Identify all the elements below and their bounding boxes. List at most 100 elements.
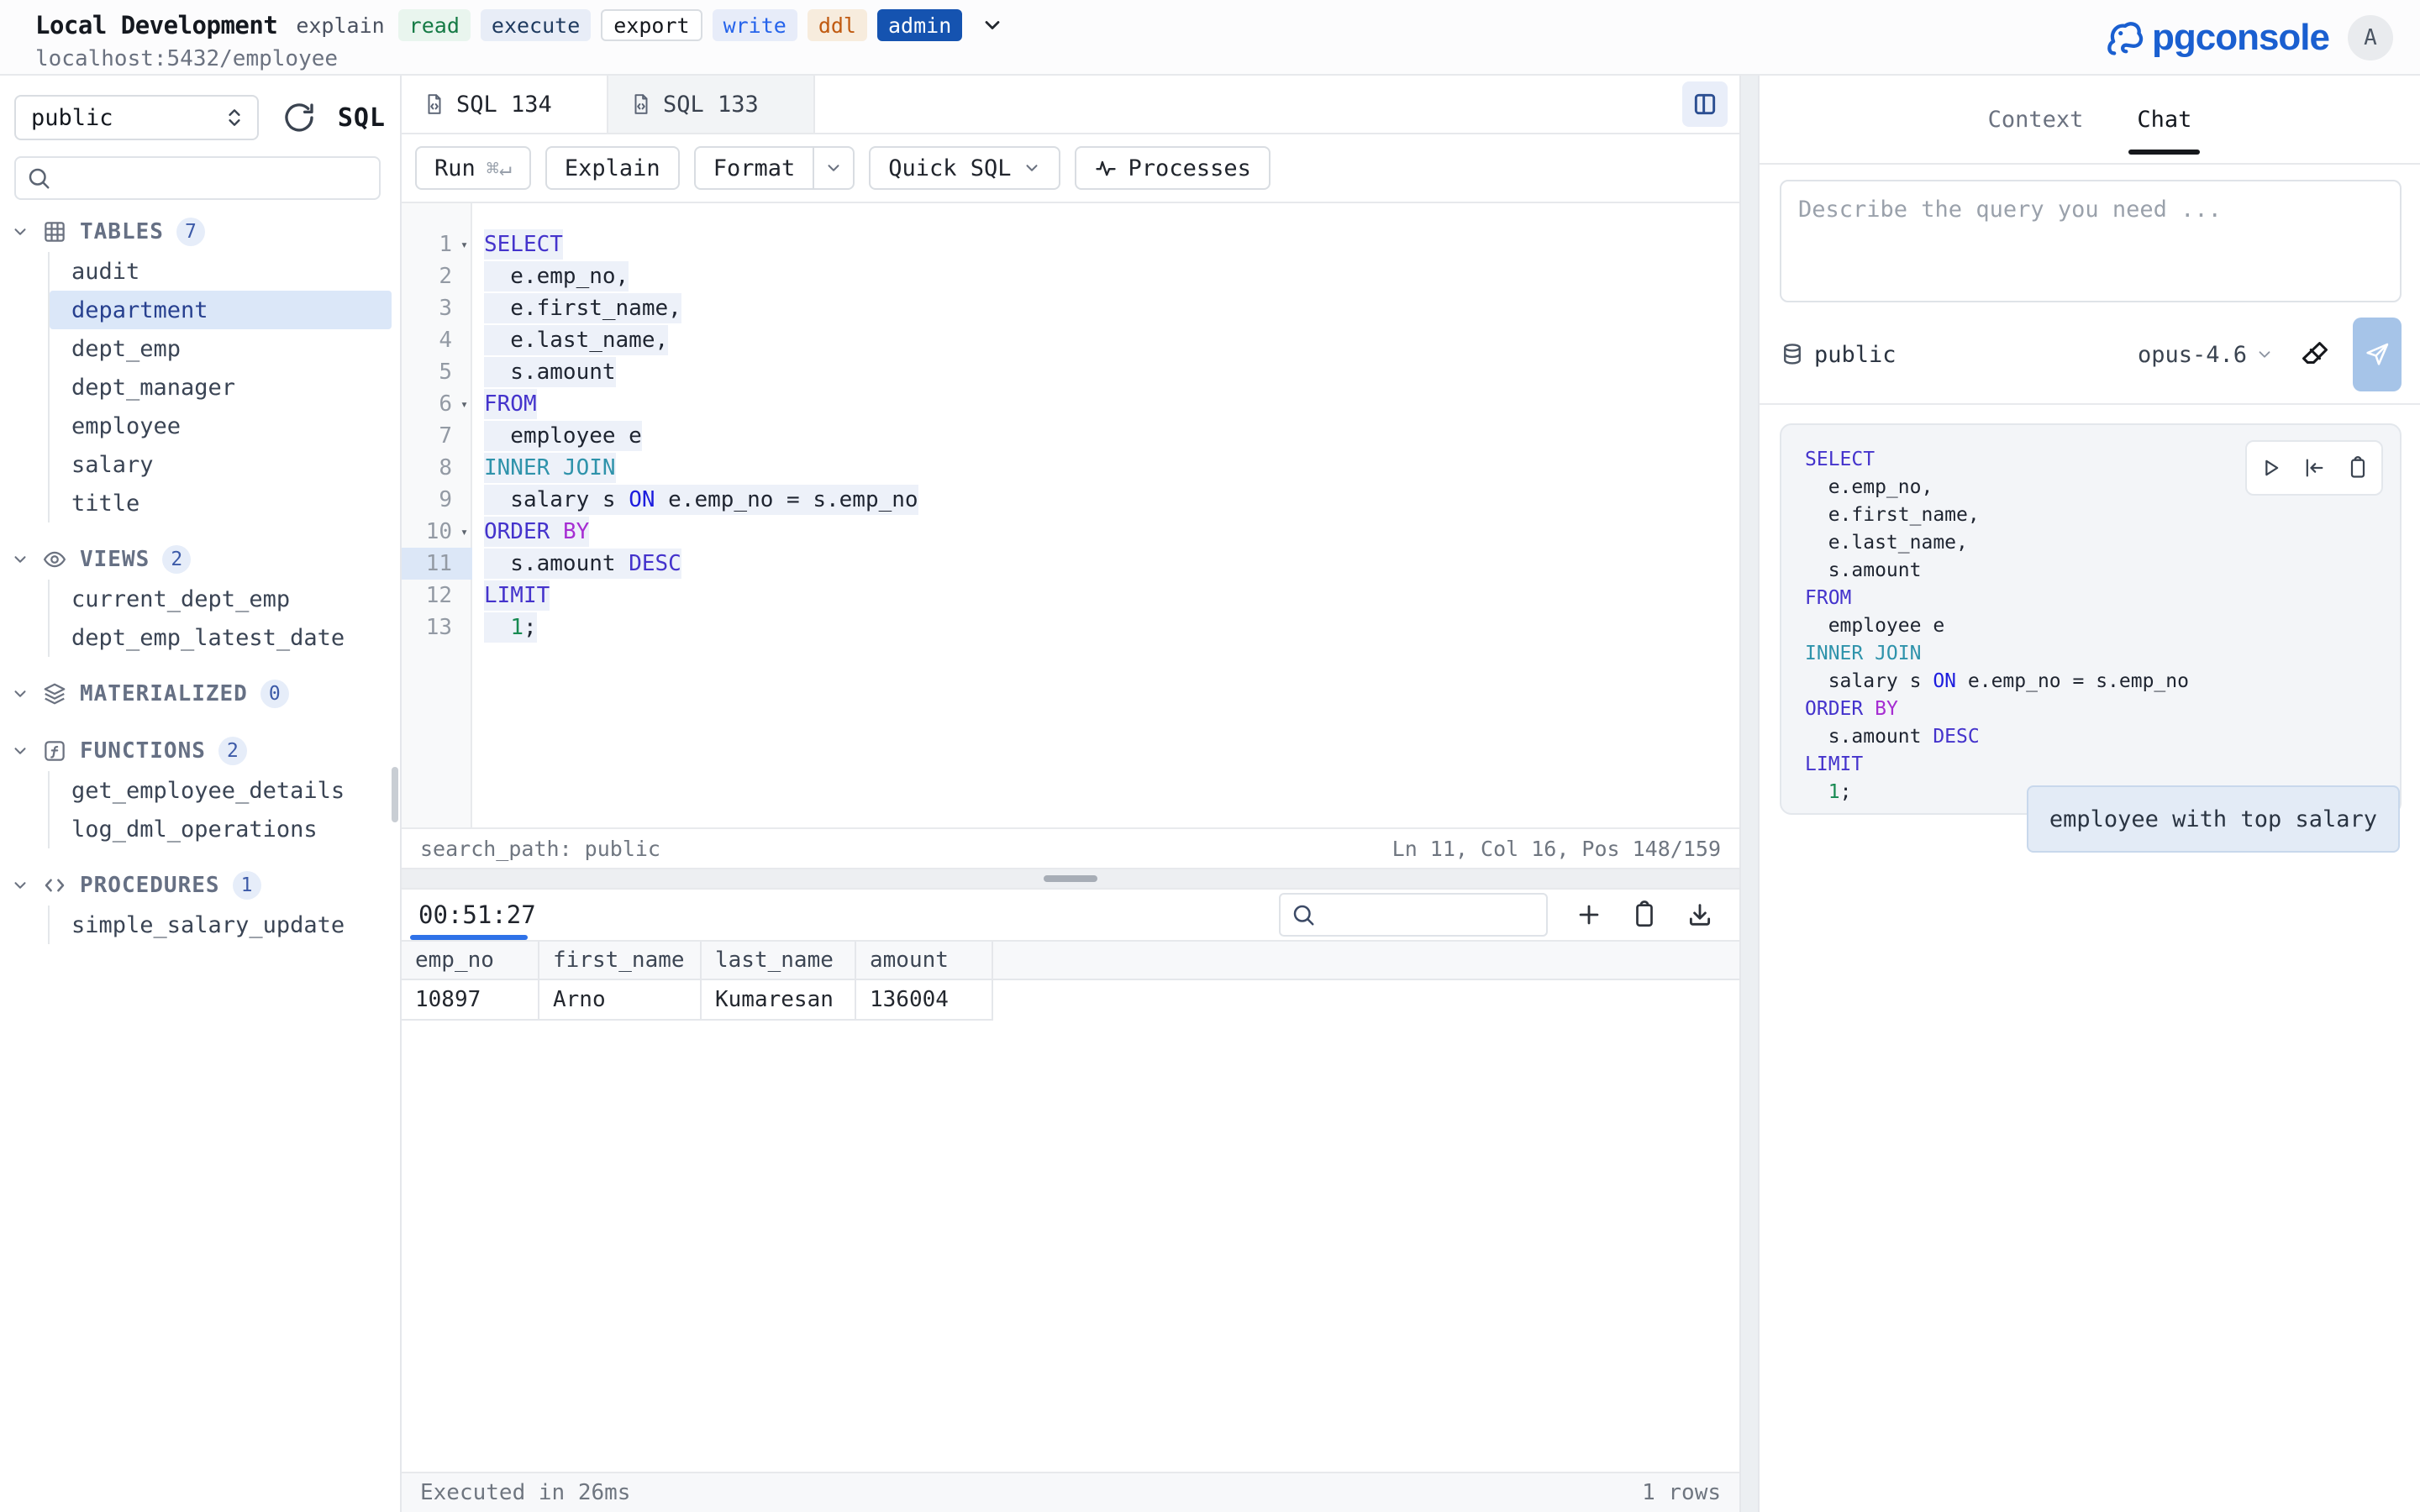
- table-cell[interactable]: Arno: [539, 980, 702, 1021]
- tree-item-salary[interactable]: salary: [50, 445, 392, 484]
- line-number[interactable]: 1▾: [402, 228, 472, 260]
- tree-section-tables: TABLES7auditdepartmentdept_empdept_manag…: [11, 212, 392, 522]
- fold-marker-icon[interactable]: ▾: [460, 396, 468, 412]
- sidebar-scrollbar[interactable]: [392, 767, 398, 822]
- avatar[interactable]: A: [2348, 15, 2393, 60]
- sidebar-search[interactable]: [14, 156, 381, 200]
- tree-section-header-views[interactable]: VIEWS2: [11, 539, 392, 580]
- add-result-tab-button[interactable]: [1575, 900, 1603, 929]
- send-button[interactable]: [2353, 318, 2402, 391]
- assistant-code-line: e.first_name,: [1805, 501, 2400, 528]
- drag-pill[interactable]: [1044, 875, 1097, 882]
- split-view-button[interactable]: [1682, 81, 1728, 127]
- tree-item-simple_salary_update[interactable]: simple_salary_update: [50, 906, 392, 944]
- line-number[interactable]: 13: [402, 612, 472, 643]
- table-cell-spacer: [993, 980, 1739, 1021]
- tab-context[interactable]: Context: [1988, 76, 2084, 163]
- tab-label: Chat: [2137, 107, 2191, 133]
- download-results-button[interactable]: [1686, 900, 1714, 929]
- tree-section-header-functions[interactable]: FUNCTIONS2: [11, 731, 392, 771]
- tree-item-department[interactable]: department: [50, 291, 392, 329]
- brand-name: pgconsole: [2152, 17, 2329, 59]
- chevron-down-icon[interactable]: [981, 13, 1004, 37]
- file-code-icon: [424, 93, 445, 115]
- permission-badge-read: read: [398, 9, 471, 41]
- column-header-amount[interactable]: amount: [856, 942, 993, 980]
- chat-input[interactable]: Describe the query you need ...: [1780, 180, 2402, 302]
- clear-chat-button[interactable]: [2299, 339, 2331, 370]
- run-shortcut: ⌘↵: [487, 156, 512, 181]
- line-number[interactable]: 8: [402, 452, 472, 484]
- result-tab-timer[interactable]: 00:51:27: [418, 890, 536, 940]
- tree-item-dept_emp[interactable]: dept_emp: [50, 329, 392, 368]
- fold-marker-icon[interactable]: ▾: [460, 237, 468, 252]
- explain-button[interactable]: Explain: [545, 146, 680, 190]
- sidebar-search-input[interactable]: [60, 165, 369, 191]
- tree-section-header-materialized[interactable]: MATERIALIZED0: [11, 674, 392, 714]
- line-number[interactable]: 6▾: [402, 388, 472, 420]
- table-cell[interactable]: 136004: [856, 980, 993, 1021]
- run-snippet-button[interactable]: [2259, 456, 2282, 480]
- tab-sql-133[interactable]: SQL 133: [608, 76, 815, 133]
- tree-item-get_employee_details[interactable]: get_employee_details: [50, 771, 392, 810]
- line-number[interactable]: 11: [402, 548, 472, 580]
- line-number[interactable]: 2: [402, 260, 472, 292]
- copy-snippet-button[interactable]: [2346, 456, 2370, 480]
- table-cell[interactable]: 10897: [402, 980, 539, 1021]
- editor-code: 1▾SELECT2 e.emp_no,3 e.first_name,4 e.la…: [402, 228, 1739, 643]
- line-number[interactable]: 7: [402, 420, 472, 452]
- line-number[interactable]: 10▾: [402, 516, 472, 548]
- table-row[interactable]: 10897ArnoKumaresan136004: [402, 980, 1739, 1021]
- top-bar: Local Development explainreadexecuteexpo…: [0, 0, 2420, 76]
- run-button[interactable]: Run ⌘↵: [415, 146, 531, 190]
- quick-sql-button[interactable]: Quick SQL: [869, 146, 1060, 190]
- permission-badges: explainreadexecuteexportwriteddladmin: [292, 9, 962, 41]
- model-select[interactable]: opus-4.6: [2138, 342, 2274, 368]
- line-number[interactable]: 12: [402, 580, 472, 612]
- tree-item-current_dept_emp[interactable]: current_dept_emp: [50, 580, 392, 618]
- results-footer: Executed in 26ms 1 rows: [402, 1472, 1739, 1512]
- format-button[interactable]: Format: [694, 146, 855, 190]
- insert-to-editor-button[interactable]: [2302, 456, 2326, 480]
- user-message-bubble: employee with top salary: [2027, 785, 2400, 853]
- tree-section-header-tables[interactable]: TABLES7: [11, 212, 392, 252]
- results-search-input[interactable]: [1323, 903, 1590, 927]
- section-divider: [1760, 403, 2420, 405]
- table-cell[interactable]: Kumaresan: [702, 980, 856, 1021]
- refresh-schema-button[interactable]: [282, 101, 316, 134]
- sql-editor[interactable]: 1▾SELECT2 e.emp_no,3 e.first_name,4 e.la…: [402, 203, 1739, 827]
- line-number[interactable]: 4: [402, 324, 472, 356]
- processes-button[interactable]: Processes: [1075, 146, 1270, 190]
- chevron-down-icon: [11, 550, 29, 569]
- section-label: VIEWS: [80, 547, 150, 572]
- permission-badge-admin: admin: [877, 9, 962, 41]
- tab-label: SQL 134: [456, 92, 552, 118]
- chevron-down-icon: [11, 223, 29, 241]
- tree-item-log_dml_operations[interactable]: log_dml_operations: [50, 810, 392, 848]
- assistant-code-line: e.last_name,: [1805, 528, 2400, 556]
- code-text: FROM: [472, 391, 537, 417]
- tab-sql-134[interactable]: SQL 134: [402, 76, 608, 133]
- sql-mode-label[interactable]: SQL: [338, 103, 386, 133]
- copy-results-button[interactable]: [1630, 900, 1659, 929]
- line-number[interactable]: 5: [402, 356, 472, 388]
- line-number[interactable]: 9: [402, 484, 472, 516]
- database-icon: [1780, 342, 1805, 367]
- tree-item-dept_emp_latest_date[interactable]: dept_emp_latest_date: [50, 618, 392, 657]
- schema-select[interactable]: public: [14, 95, 259, 140]
- format-dropdown-toggle[interactable]: [813, 148, 853, 188]
- tree-item-audit[interactable]: audit: [50, 252, 392, 291]
- column-header-emp_no[interactable]: emp_no: [402, 942, 539, 980]
- results-search[interactable]: [1279, 893, 1548, 937]
- tree-item-employee[interactable]: employee: [50, 407, 392, 445]
- fold-marker-icon[interactable]: ▾: [460, 524, 468, 539]
- line-number[interactable]: 3: [402, 292, 472, 324]
- tree-item-title[interactable]: title: [50, 484, 392, 522]
- tab-chat[interactable]: Chat: [2137, 76, 2191, 163]
- tree-section-header-procedures[interactable]: PROCEDURES1: [11, 865, 392, 906]
- column-header-last_name[interactable]: last_name: [702, 942, 856, 980]
- tree-item-dept_manager[interactable]: dept_manager: [50, 368, 392, 407]
- permission-badge-export: export: [601, 9, 702, 41]
- column-header-first_name[interactable]: first_name: [539, 942, 702, 980]
- panel-resize-handle[interactable]: [402, 868, 1739, 890]
